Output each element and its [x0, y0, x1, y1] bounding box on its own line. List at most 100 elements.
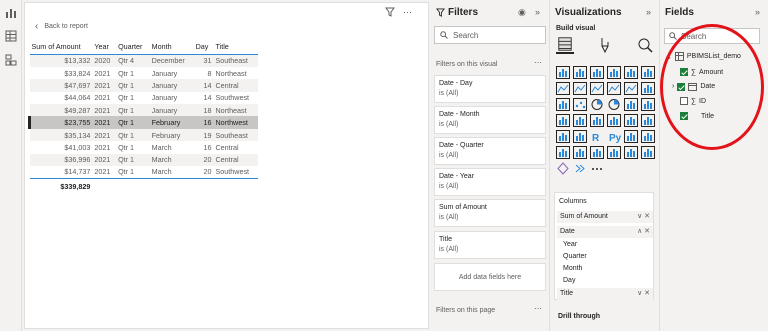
- filter-card-title[interactable]: Title is (All): [434, 231, 546, 259]
- field-item-title[interactable]: Title: [680, 112, 714, 120]
- table-visual[interactable]: Sum of Amount Year Quarter Month Day Tit…: [28, 42, 258, 192]
- visual-type-chevrons-icon[interactable]: [573, 162, 587, 175]
- analytics-magnifier-icon[interactable]: [636, 36, 654, 54]
- eye-icon[interactable]: ◉: [518, 7, 526, 18]
- table-row[interactable]: $41,003 2021 Qtr 1 March 16 Central: [30, 141, 259, 153]
- column-header[interactable]: Month: [149, 42, 194, 55]
- visual-type-bars-icon[interactable]: [641, 66, 655, 79]
- table-row[interactable]: $23,755 2021 Qtr 1 February 16 Northwest: [28, 116, 258, 129]
- field-remove-icon[interactable]: ∨ ✕: [637, 288, 650, 300]
- visual-type-gauge-icon[interactable]: [573, 114, 587, 127]
- collapse-filters-icon[interactable]: »: [535, 7, 540, 17]
- visual-type-area-icon[interactable]: [573, 82, 587, 95]
- visual-type-slicer-icon[interactable]: [641, 114, 655, 127]
- visual-type-treemap-icon[interactable]: [624, 98, 638, 111]
- add-data-fields-dropzone[interactable]: Add data fields here: [434, 263, 546, 291]
- well-field-sum-of-amount[interactable]: Sum of Amount ∨ ✕: [557, 211, 653, 223]
- visual-type-more-icon[interactable]: [590, 162, 604, 175]
- table-row[interactable]: $44,064 2021 Qtr 1 January 14 Southwest: [30, 92, 259, 104]
- field-checkbox[interactable]: [680, 112, 688, 120]
- field-remove-icon[interactable]: ∧ ✕: [637, 226, 650, 238]
- field-checkbox[interactable]: [680, 68, 688, 76]
- visual-type-doc-icon[interactable]: [590, 146, 604, 159]
- more-options-icon[interactable]: ⋯: [534, 304, 542, 313]
- visual-type-area-icon[interactable]: [624, 82, 638, 95]
- visual-type-bars-icon[interactable]: [556, 66, 570, 79]
- well-field-date[interactable]: Date ∧ ✕: [557, 226, 653, 238]
- filter-card-date-day[interactable]: Date - Day is (All): [434, 75, 546, 103]
- visual-type-area-icon[interactable]: [590, 82, 604, 95]
- visual-type-Py-icon[interactable]: Py: [607, 130, 622, 144]
- visual-type-card-icon[interactable]: [590, 114, 604, 127]
- filter-card-date-quarter[interactable]: Date - Quarter is (All): [434, 137, 546, 165]
- column-header[interactable]: Quarter: [116, 42, 150, 55]
- field-item-date[interactable]: › Date: [672, 82, 715, 91]
- visual-type-table-icon[interactable]: [556, 130, 570, 143]
- visual-type-key-icon[interactable]: [556, 146, 570, 159]
- field-item-id[interactable]: ∑ ID: [680, 97, 706, 105]
- filter-card-date-month[interactable]: Date - Month is (All): [434, 106, 546, 134]
- visual-type-area-icon[interactable]: [607, 82, 621, 95]
- field-checkbox[interactable]: [680, 97, 688, 105]
- visual-type-bars-icon[interactable]: [624, 66, 638, 79]
- more-options-icon[interactable]: ⋯: [534, 58, 542, 67]
- format-paintbrush-icon[interactable]: [596, 36, 614, 54]
- date-part-year[interactable]: Year: [563, 241, 577, 248]
- filter-card-sum-of-amount[interactable]: Sum of Amount is (All): [434, 199, 546, 227]
- visual-type-map-icon[interactable]: [641, 98, 655, 111]
- date-part-month[interactable]: Month: [563, 265, 582, 272]
- visual-type-line-icon[interactable]: [556, 82, 570, 95]
- visual-type-bars-icon[interactable]: [590, 66, 604, 79]
- collapse-fields-icon[interactable]: »: [755, 7, 760, 17]
- collapse-visualizations-icon[interactable]: »: [646, 7, 651, 17]
- column-header[interactable]: Year: [92, 42, 117, 55]
- table-row[interactable]: $14,737 2021 Qtr 1 March 20 Southwest: [30, 166, 259, 178]
- filter-card-date-year[interactable]: Date - Year is (All): [434, 168, 546, 196]
- more-options-icon[interactable]: ⋯: [403, 7, 412, 18]
- model-view-icon[interactable]: [5, 54, 17, 66]
- visual-type-bars-icon[interactable]: [573, 66, 587, 79]
- fields-search-input[interactable]: Search: [664, 28, 760, 44]
- visual-type-pie-icon[interactable]: [590, 98, 604, 111]
- visual-type-kpi-icon[interactable]: [624, 130, 638, 143]
- column-header[interactable]: Sum of Amount: [29, 42, 93, 55]
- table-build-icon[interactable]: [556, 36, 574, 54]
- visual-type-trophy-icon[interactable]: [607, 146, 621, 159]
- visual-type-bars-icon[interactable]: [607, 66, 621, 79]
- date-part-quarter[interactable]: Quarter: [563, 253, 587, 260]
- visual-type-bars-icon[interactable]: [641, 82, 655, 95]
- field-remove-icon[interactable]: ∨ ✕: [637, 211, 650, 223]
- visual-type-map-icon[interactable]: [556, 114, 570, 127]
- column-header[interactable]: Day: [193, 42, 214, 55]
- visual-type-speech-icon[interactable]: [573, 146, 587, 159]
- table-row[interactable]: $35,134 2021 Qtr 1 February 19 Southeast: [29, 128, 258, 142]
- table-view-icon[interactable]: [5, 30, 17, 42]
- visual-type-bars-icon[interactable]: [556, 98, 570, 111]
- filters-search-input[interactable]: Search: [434, 26, 546, 44]
- visual-type-card-icon[interactable]: [607, 114, 621, 127]
- filter-icon[interactable]: [385, 7, 395, 17]
- visual-type-grid-icon[interactable]: [624, 146, 638, 159]
- date-part-day[interactable]: Day: [563, 277, 575, 284]
- field-checkbox[interactable]: [677, 82, 686, 91]
- table-row[interactable]: $33,824 2021 Qtr 1 January 8 Northeast: [30, 67, 259, 79]
- table-row[interactable]: $47,697 2021 Qtr 1 January 14 Central: [29, 79, 258, 92]
- table-row[interactable]: $13,332 2020 Qtr 4 December 31 Southeast: [29, 54, 258, 67]
- visual-type-bars-icon[interactable]: [641, 146, 655, 159]
- back-to-report-link[interactable]: ‹ Back to report: [35, 21, 88, 32]
- column-header[interactable]: Title: [213, 42, 258, 55]
- well-field-title[interactable]: Title ∨ ✕: [557, 288, 653, 300]
- visual-type-R-icon[interactable]: R: [590, 130, 604, 144]
- field-wells: Columns Sum of Amount ∨ ✕ Date ∧ ✕ Year …: [554, 192, 654, 300]
- table-node[interactable]: ⌄ PBIMSList_demo: [666, 52, 741, 61]
- visual-type-bars-icon[interactable]: [641, 130, 655, 143]
- table-row[interactable]: $49,287 2021 Qtr 1 January 18 Northeast: [29, 104, 258, 117]
- visual-type-scatter-icon[interactable]: [573, 98, 587, 111]
- visual-type-donut-icon[interactable]: [607, 98, 621, 111]
- visual-type-diamond-icon[interactable]: [556, 162, 570, 175]
- table-row[interactable]: $36,996 2021 Qtr 1 March 20 Central: [29, 153, 258, 167]
- field-item-amount[interactable]: ∑ Amount: [680, 68, 723, 76]
- report-view-icon[interactable]: [5, 7, 17, 19]
- visual-type-matrix-icon[interactable]: [573, 130, 587, 143]
- visual-type-card-icon[interactable]: [624, 114, 638, 127]
